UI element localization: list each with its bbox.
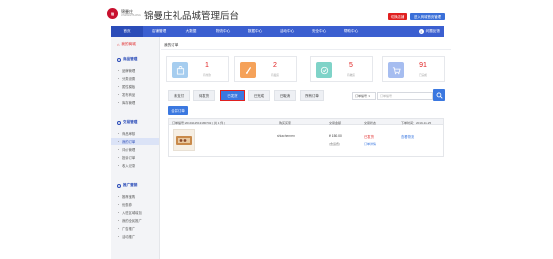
system-title: 锦曼庄礼品城管理后台 [144, 11, 240, 22]
stat-card-completed[interactable]: 91 已完成 [382, 56, 445, 82]
order-time: 下单时间：2019-11-25 [401, 120, 432, 125]
home-icon: ⌂ [117, 42, 120, 47]
filter-select[interactable]: 订单编号 ▼ [352, 92, 376, 100]
filter-select-value: 订单编号 [355, 94, 368, 98]
sidebar-my-mall[interactable]: ⌂ 我的商城 [117, 42, 136, 47]
sidebar-section-label: 推广营销 [123, 183, 138, 187]
stat-value: 5 [349, 62, 353, 69]
nav-item-data[interactable]: 数据中心 [239, 26, 271, 37]
shipping-note: (含运费) [329, 142, 340, 146]
check-icon [316, 62, 332, 78]
sidebar-item-stock[interactable]: 库存管理 [111, 99, 159, 106]
nav-item-logistics[interactable]: 物流中心 [207, 26, 239, 37]
sidebar-section-goods[interactable]: 商品管理 [117, 57, 137, 62]
marketing-icon [117, 183, 121, 188]
sidebar-item-recommend[interactable]: 推荐宝购 [111, 193, 159, 200]
enter-mall-button[interactable]: 进入商城首页管理 [410, 13, 445, 20]
logo-subtitle: JINMANZHUANG [121, 14, 141, 17]
sidebar-item-attribute[interactable]: 属性模板 [111, 83, 159, 90]
merge-orders-button[interactable]: 合并订单 [168, 106, 188, 115]
sidebar-my-mall-label: 我的商城 [121, 42, 136, 46]
stat-value: 1 [205, 62, 209, 69]
order-row: shiachenren ¥ 150.00 (含运费) 已发货 订单详情 查看物流 [168, 125, 444, 157]
sidebar-section-label: 交易管理 [123, 120, 138, 124]
nav-item-security[interactable]: 安全中心 [303, 26, 335, 37]
nav-item-home[interactable]: 首页 [111, 26, 143, 37]
status-badge: 已发货 [364, 135, 374, 139]
nav-item-activity[interactable]: 活动中心 [271, 26, 303, 37]
nav-item-store[interactable]: 店铺管理 [143, 26, 175, 37]
sidebar: ⌂ 我的商城 商品管理 品牌管理 分类设置 属性模板 发布商品 库存管理 交易管… [111, 37, 160, 259]
tab-shipped[interactable]: 已发货 [220, 90, 245, 101]
goods-icon [117, 57, 121, 62]
stat-label: 待收货 [347, 74, 355, 77]
stat-value: 2 [273, 62, 277, 69]
order-price: ¥ 150.00 [329, 134, 342, 138]
tab-to-ship[interactable]: 待发货 [193, 90, 215, 101]
sidebar-item-ads[interactable]: 广告推广 [111, 225, 159, 232]
top-header: 锦 锦曼庄 JINMANZHUANG 锦曼庄礼品城管理后台 切换店铺 进入商城首… [0, 0, 553, 26]
tab-cancelled[interactable]: 已取消 [274, 90, 296, 101]
buyer-column: 购买买家 [279, 120, 292, 125]
sidebar-item-category[interactable]: 分类设置 [111, 75, 159, 82]
feedback-link[interactable]: i 问题反馈 [418, 26, 440, 37]
chevron-down-icon: ▼ [368, 94, 371, 98]
tab-completed[interactable]: 已完成 [248, 90, 270, 101]
page-title: 我的订单 [161, 41, 451, 50]
sidebar-item-brand[interactable]: 品牌管理 [111, 67, 159, 74]
sidebar-item-publish[interactable]: 发布商品 [111, 91, 159, 98]
order-number: 订单编号:2019112513180702 ( 共 1 件 ) [172, 120, 226, 125]
stat-card-to-receive[interactable]: 5 待收货 [310, 56, 373, 82]
main-nav: 首页 店铺管理 大数据 物流中心 数据中心 活动中心 安全中心 帮助中心 i 问… [111, 26, 444, 37]
stat-card-to-ship[interactable]: 2 待发货 [234, 56, 297, 82]
search-button[interactable] [433, 89, 445, 101]
logo-icon: 锦 [107, 8, 118, 19]
stat-label: 待付款 [203, 74, 211, 77]
sidebar-item-review[interactable]: 商品审核 [111, 130, 159, 137]
order-header: 订单编号:2019112513180702 ( 共 1 件 ) 购买买家 交易金… [168, 118, 444, 125]
sidebar-item-complaints[interactable]: 投诉订单 [111, 154, 159, 161]
sidebar-item-coupon[interactable]: 优惠券 [111, 201, 159, 208]
tab-all-orders[interactable]: 所有订单 [300, 90, 324, 101]
stat-card-unpaid[interactable]: 1 待付款 [166, 56, 229, 82]
order-detail-link[interactable]: 订单详情 [364, 142, 376, 146]
view-logistics-link[interactable]: 查看物流 [401, 134, 414, 139]
sidebar-section-marketing[interactable]: 推广营销 [117, 183, 137, 188]
amount-column: 交易金额 [329, 120, 342, 125]
bag-icon [172, 62, 188, 78]
info-icon: i [418, 29, 424, 34]
stat-label: 已完成 [419, 74, 427, 77]
stat-label: 待发货 [271, 74, 279, 77]
sidebar-item-evaluation[interactable]: 评价管理 [111, 146, 159, 153]
sidebar-section-label: 商品管理 [123, 57, 138, 61]
tab-unpaid[interactable]: 未支付 [168, 90, 190, 101]
sidebar-item-income[interactable]: 收入记录 [111, 162, 159, 169]
sidebar-item-promotion[interactable]: 我的全民推广 [111, 217, 159, 224]
switch-store-button[interactable]: 切换店铺 [388, 13, 407, 20]
stat-value: 91 [419, 62, 427, 69]
clip-icon [240, 62, 256, 78]
sidebar-item-activity-promo[interactable]: 活动推广 [111, 233, 159, 240]
feedback-label: 问题反馈 [425, 29, 440, 33]
sidebar-item-my-orders[interactable]: 我的订单 [111, 138, 159, 145]
buyer-name: shiachenren [277, 134, 295, 138]
trade-icon [117, 120, 121, 125]
nav-item-bigdata[interactable]: 大数据 [175, 26, 207, 37]
sidebar-item-region[interactable]: 入驻区域增加 [111, 209, 159, 216]
search-icon [436, 92, 443, 99]
cart-icon [388, 62, 404, 78]
search-input[interactable]: 订单编号 [377, 92, 433, 100]
nav-item-help[interactable]: 帮助中心 [335, 26, 367, 37]
product-thumbnail[interactable] [173, 129, 195, 151]
sidebar-section-trade[interactable]: 交易管理 [117, 120, 137, 125]
status-column: 交易状态 [364, 120, 377, 125]
